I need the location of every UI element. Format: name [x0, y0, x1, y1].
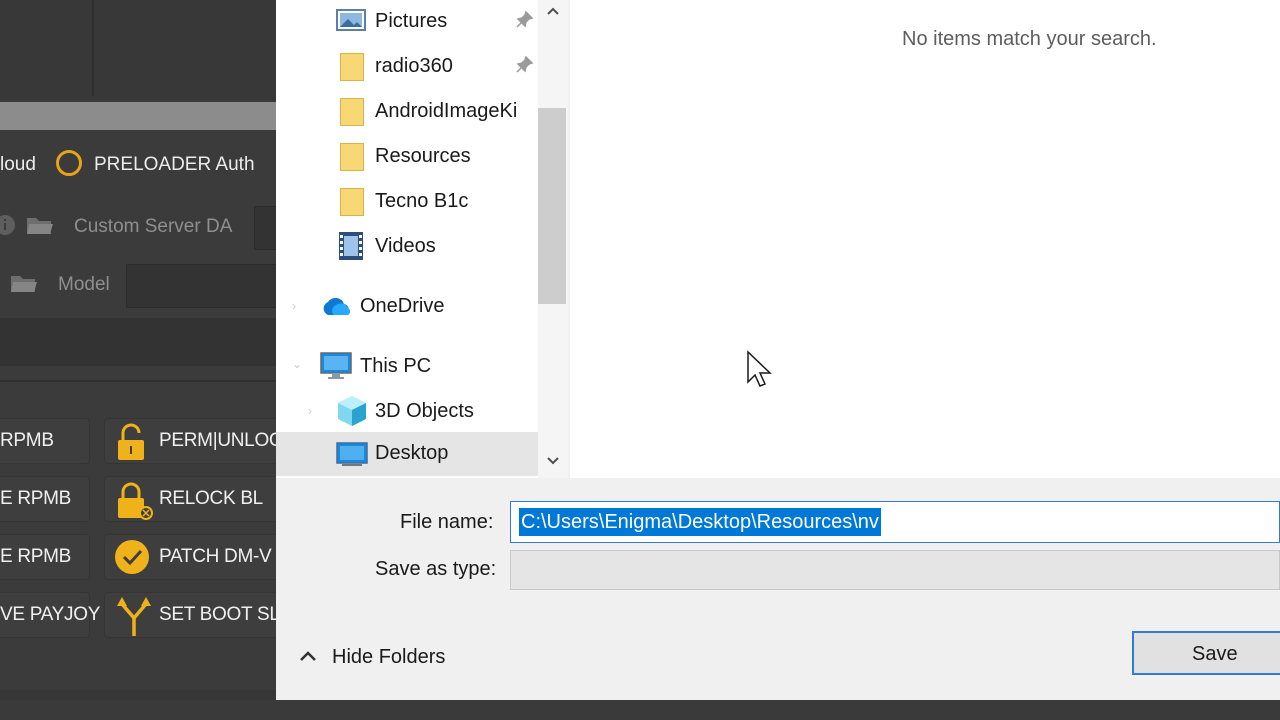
save-button[interactable]: Save: [1132, 631, 1280, 675]
scroll-down-arrow-icon[interactable]: [538, 452, 568, 473]
save-button-label: Save: [1192, 643, 1238, 665]
nav-item-label: Videos: [375, 235, 436, 257]
folder-open-icon[interactable]: [26, 214, 54, 242]
payjoy-button[interactable]: VE PAYJOY: [0, 592, 100, 638]
navigation-pane[interactable]: Pictures radio360 AndroidImageKi Resourc…: [276, 0, 538, 478]
onedrive-icon: [320, 295, 352, 322]
e-rpmb-button-label: E RPMB: [0, 546, 72, 567]
e-rpmb-button-2[interactable]: E RPMB: [0, 534, 90, 580]
chevron-right-icon[interactable]: ›: [308, 404, 312, 418]
empty-search-message: No items match your search.: [902, 28, 1157, 50]
nav-item-desktop[interactable]: Desktop: [276, 432, 538, 476]
folder-icon: [340, 188, 364, 216]
folder-icon: [340, 53, 364, 81]
folder-open-icon[interactable]: [10, 272, 38, 300]
fork-arrow-icon: [114, 594, 154, 643]
relock-bl-button[interactable]: RELOCK BL: [104, 476, 276, 522]
background-bottom-strip: [0, 700, 1280, 720]
rpmb-button[interactable]: RPMB: [0, 418, 90, 464]
custom-server-field[interactable]: [254, 206, 276, 250]
3d-objects-icon: [336, 394, 368, 433]
nav-item-this-pc[interactable]: ⌄ This PC: [276, 345, 538, 389]
pictures-icon: [336, 8, 366, 37]
radio-button-icon[interactable]: [56, 150, 82, 176]
info-icon[interactable]: [0, 214, 16, 242]
patch-dm-button-label: PATCH DM-V: [159, 546, 272, 567]
nav-item-label: Pictures: [375, 10, 448, 32]
model-field[interactable]: [126, 264, 276, 308]
nav-item-tecno-b1c[interactable]: Tecno B1c: [276, 180, 538, 224]
folder-icon: [340, 143, 364, 171]
this-pc-icon: [320, 351, 352, 386]
set-boot-slot-button[interactable]: SET BOOT SL: [104, 592, 276, 638]
nav-item-label: OneDrive: [360, 295, 445, 317]
set-boot-slot-button-label: SET BOOT SL: [159, 604, 276, 625]
background-divider: [0, 380, 276, 382]
perm-unlock-button-label: PERM|UNLOC: [159, 430, 276, 451]
rpmb-button-label: RPMB: [0, 430, 54, 451]
chevron-down-icon[interactable]: ⌄: [292, 357, 302, 371]
background-top-panel: [0, 0, 276, 100]
radio-cloud-label[interactable]: loud: [0, 154, 36, 176]
pin-icon[interactable]: [516, 10, 534, 33]
file-list-pane[interactable]: [570, 0, 1280, 478]
model-label: Model: [58, 274, 110, 295]
perm-unlock-button[interactable]: PERM|UNLOC: [104, 418, 276, 464]
radio-preloader-label[interactable]: PRELOADER Auth: [94, 154, 255, 176]
check-circle-icon: [114, 539, 152, 582]
unlock-icon: [114, 422, 148, 467]
nav-item-resources[interactable]: Resources: [276, 135, 538, 179]
e-rpmb-button-label: E RPMB: [0, 488, 72, 509]
nav-item-label: Desktop: [375, 442, 449, 464]
file-name-input[interactable]: C:\Users\Enigma\Desktop\Resources\nv: [510, 501, 1280, 543]
folder-icon: [340, 98, 364, 126]
nav-item-androidimagekitchen[interactable]: AndroidImageKi: [276, 90, 538, 134]
chevron-right-icon[interactable]: ›: [292, 299, 296, 313]
nav-item-label: Resources: [375, 145, 471, 167]
chevron-up-icon: [298, 646, 318, 666]
nav-item-label: 3D Objects: [375, 400, 474, 422]
nav-item-onedrive[interactable]: › OneDrive: [276, 285, 538, 329]
mouse-cursor-icon: [746, 350, 772, 395]
payjoy-button-label: VE PAYJOY: [0, 604, 101, 625]
e-rpmb-button[interactable]: E RPMB: [0, 476, 90, 522]
relock-bl-button-label: RELOCK BL: [159, 488, 263, 509]
nav-item-label: radio360: [375, 55, 453, 77]
nav-item-label: AndroidImageKi: [375, 100, 518, 122]
nav-item-3d-objects[interactable]: › 3D Objects: [276, 390, 538, 434]
hide-folders-label: Hide Folders: [332, 646, 446, 668]
file-name-label: File name:: [400, 511, 494, 533]
nav-item-label: Tecno B1c: [375, 190, 469, 212]
pin-icon[interactable]: [516, 55, 534, 78]
nav-scrollbar-thumb[interactable]: [538, 108, 566, 304]
background-app-window: loud PRELOADER Auth Custom Server DA Mod…: [0, 0, 276, 720]
background-divider: [92, 0, 94, 96]
save-as-type-select[interactable]: [510, 550, 1280, 590]
scroll-up-arrow-icon[interactable]: [538, 2, 568, 23]
nav-item-pictures[interactable]: Pictures: [276, 0, 538, 44]
desktop-icon: [336, 442, 368, 473]
background-title-bar: [0, 102, 276, 130]
background-section-bar: [0, 318, 276, 366]
videos-icon: [338, 231, 364, 266]
patch-dm-button[interactable]: PATCH DM-V: [104, 534, 276, 580]
nav-item-radio360[interactable]: radio360: [276, 45, 538, 89]
file-name-selected-text[interactable]: C:\Users\Enigma\Desktop\Resources\nv: [519, 508, 881, 536]
nav-item-label: This PC: [360, 355, 432, 377]
nav-item-videos[interactable]: Videos: [276, 225, 538, 269]
custom-server-label: Custom Server DA: [74, 216, 233, 237]
lock-icon: [114, 480, 154, 525]
save-as-type-label: Save as type:: [375, 558, 497, 580]
